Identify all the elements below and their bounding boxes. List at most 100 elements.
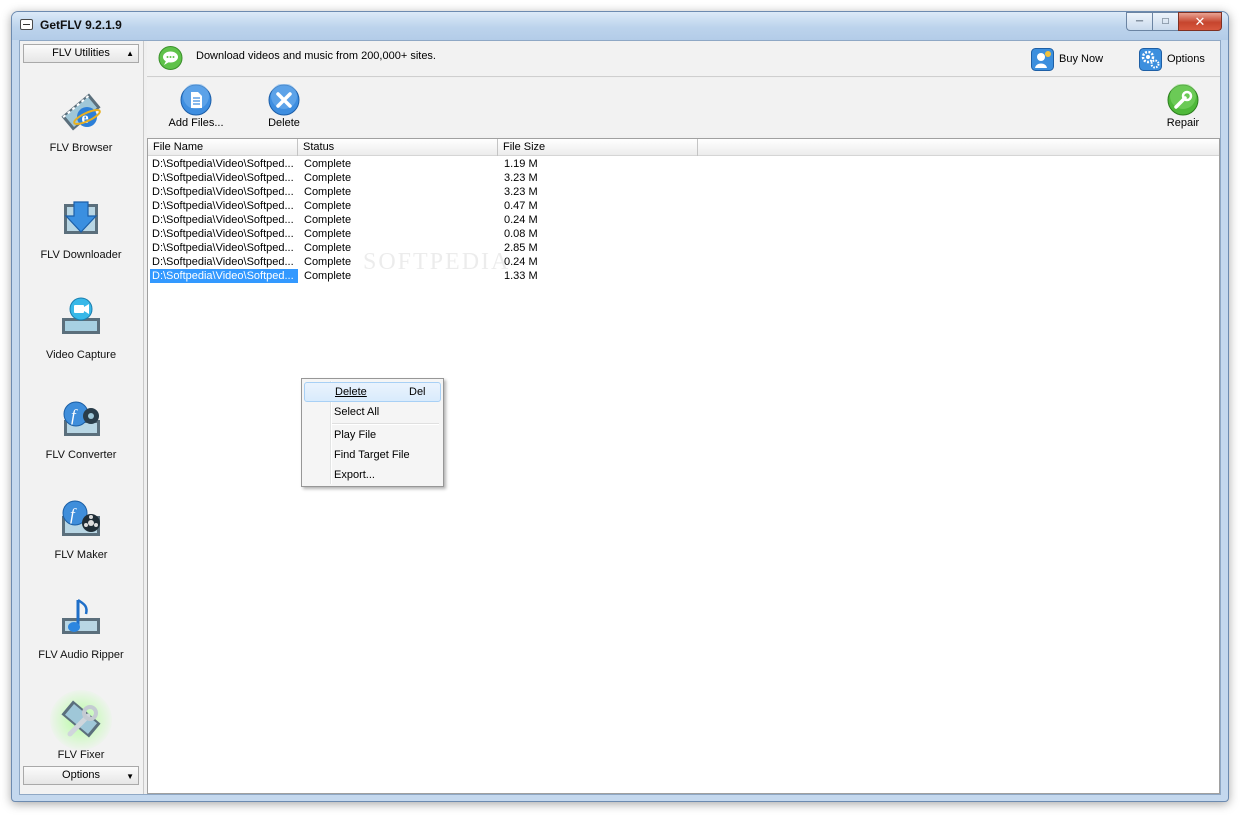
table-row-selected[interactable]: D:\Softpedia\Video\Softped... Complete 1… xyxy=(148,269,848,283)
status-cell: Complete xyxy=(304,186,352,198)
sidebar-item-flv-fixer[interactable]: FLV Fixer xyxy=(24,690,138,776)
sidebar-item-label: FLV Downloader xyxy=(40,249,122,261)
status-cell: Complete xyxy=(304,256,352,268)
table-row[interactable]: D:\Softpedia\Video\Softped... Complete 3… xyxy=(148,185,848,199)
status-cell: Complete xyxy=(304,214,352,226)
add-file-icon xyxy=(180,84,212,116)
status-cell: Complete xyxy=(304,242,352,254)
action-toolbar: Add Files... Delete Repair xyxy=(147,78,1220,136)
delete-icon xyxy=(268,84,300,116)
table-row[interactable]: D:\Softpedia\Video\Softped... Complete 0… xyxy=(148,213,848,227)
column-header-status[interactable]: Status xyxy=(298,139,498,156)
flv-maker-icon: f xyxy=(62,500,100,536)
top-bar: Download videos and music from 200,000+ … xyxy=(147,41,1220,77)
add-files-button[interactable]: Add Files... xyxy=(161,84,231,130)
options-button[interactable]: Options xyxy=(1139,47,1205,71)
sidebar-options-button[interactable]: Options ▼ xyxy=(23,766,139,785)
file-size-cell: 0.24 M xyxy=(504,256,538,268)
delete-label: Delete xyxy=(268,117,300,129)
flv-converter-icon: f xyxy=(63,401,100,436)
buy-now-button[interactable]: Buy Now xyxy=(1031,47,1103,71)
context-menu-delete[interactable]: Delete Del xyxy=(304,382,441,402)
wrench-icon xyxy=(1167,84,1199,116)
sidebar-item-flv-browser[interactable]: e FLV Browser xyxy=(24,89,138,169)
menu-item-label: Export... xyxy=(334,469,375,481)
context-menu-select-all[interactable]: Select All xyxy=(304,402,441,422)
gear-icon xyxy=(1139,47,1162,71)
delete-button[interactable]: Delete xyxy=(249,84,319,130)
collapse-up-icon: ▲ xyxy=(126,49,134,58)
context-menu-play-file[interactable]: Play File xyxy=(304,425,441,445)
flv-audio-ripper-icon xyxy=(62,598,100,634)
file-list[interactable]: File Name Status File Size SOFTPEDIA D:\… xyxy=(147,138,1220,794)
repair-button[interactable]: Repair xyxy=(1148,84,1218,130)
main-panel: Download videos and music from 200,000+ … xyxy=(147,41,1220,794)
table-row[interactable]: D:\Softpedia\Video\Softped... Complete 0… xyxy=(148,199,848,213)
sidebar-item-flv-converter[interactable]: f FLV Converter xyxy=(24,396,138,476)
column-header-file-size[interactable]: File Size xyxy=(498,139,698,156)
flv-fixer-icon xyxy=(61,700,101,738)
system-menu-icon[interactable] xyxy=(20,19,33,30)
chat-bubble-icon xyxy=(158,46,183,70)
maximize-button[interactable]: □ xyxy=(1152,12,1178,31)
menu-item-label: Find Target File xyxy=(334,449,410,461)
sidebar-item-label: FLV Converter xyxy=(45,449,117,461)
flv-utilities-header[interactable]: FLV Utilities ▲ xyxy=(23,44,139,63)
table-row[interactable]: D:\Softpedia\Video\Softped... Complete 2… xyxy=(148,241,848,255)
add-files-label: Add Files... xyxy=(168,117,224,129)
file-size-cell: 0.47 M xyxy=(504,200,538,212)
window-title: GetFLV 9.2.1.9 xyxy=(40,18,122,32)
sidebar-item-flv-audio-ripper[interactable]: FLV Audio Ripper xyxy=(24,596,138,676)
menu-item-label: Select All xyxy=(334,406,380,418)
video-capture-icon xyxy=(62,297,100,334)
sidebar-item-video-capture[interactable]: Video Capture xyxy=(24,296,138,376)
file-name-cell: D:\Softpedia\Video\Softped... xyxy=(152,242,294,254)
file-name-cell: D:\Softpedia\Video\Softped... xyxy=(150,269,298,283)
status-cell: Complete xyxy=(304,228,352,240)
utilities-sidebar: FLV Utilities ▲ e FLV Browser FLV Downlo… xyxy=(20,41,144,794)
file-size-cell: 2.85 M xyxy=(504,242,538,254)
dropdown-arrow-icon: ▼ xyxy=(126,772,134,781)
menu-item-label: Play File xyxy=(334,429,377,441)
buy-now-label: Buy Now xyxy=(1059,53,1104,65)
file-name-cell: D:\Softpedia\Video\Softped... xyxy=(152,172,294,184)
minimize-button[interactable]: ─ xyxy=(1126,12,1152,31)
table-row[interactable]: D:\Softpedia\Video\Softped... Complete 0… xyxy=(148,255,848,269)
buy-now-icon xyxy=(1031,47,1054,71)
table-row[interactable]: D:\Softpedia\Video\Softped... Complete 1… xyxy=(148,157,848,171)
close-button[interactable]: ✕ xyxy=(1178,12,1222,31)
file-size-cell: 3.23 M xyxy=(504,186,538,198)
file-name-cell: D:\Softpedia\Video\Softped... xyxy=(152,186,294,198)
status-cell: Complete xyxy=(304,200,352,212)
tagline-text: Download videos and music from 200,000+ … xyxy=(196,50,436,62)
table-row[interactable]: D:\Softpedia\Video\Softped... Complete 3… xyxy=(148,171,848,185)
flv-downloader-icon xyxy=(64,201,98,234)
sidebar-item-flv-downloader[interactable]: FLV Downloader xyxy=(24,196,138,276)
title-bar[interactable]: GetFLV 9.2.1.9 ─ □ ✕ xyxy=(12,12,1228,40)
client-area: FLV Utilities ▲ e FLV Browser FLV Downlo… xyxy=(19,40,1221,795)
table-row[interactable]: D:\Softpedia\Video\Softped... Complete 0… xyxy=(148,227,848,241)
sidebar-header-label: FLV Utilities xyxy=(52,47,110,59)
file-size-cell: 0.24 M xyxy=(504,214,538,226)
file-size-cell: 0.08 M xyxy=(504,228,538,240)
status-cell: Complete xyxy=(304,158,352,170)
context-menu-find-target-file[interactable]: Find Target File xyxy=(304,445,441,465)
sidebar-item-label: Video Capture xyxy=(45,349,117,361)
shortcut-label: Del xyxy=(409,386,426,398)
sidebar-item-flv-maker[interactable]: f FLV Maker xyxy=(24,496,138,576)
file-size-cell: 1.19 M xyxy=(504,158,538,170)
context-menu-export[interactable]: Export... xyxy=(304,465,441,485)
sidebar-item-label: FLV Browser xyxy=(49,142,113,154)
repair-label: Repair xyxy=(1166,117,1200,129)
flv-browser-icon: e xyxy=(61,93,101,131)
caption-buttons: ─ □ ✕ xyxy=(1126,12,1222,31)
app-window: GetFLV 9.2.1.9 ─ □ ✕ FLV Utilities ▲ e F… xyxy=(11,11,1229,802)
column-header-file-name[interactable]: File Name xyxy=(148,139,298,156)
file-name-cell: D:\Softpedia\Video\Softped... xyxy=(152,228,294,240)
sidebar-item-label: FLV Audio Ripper xyxy=(38,649,124,661)
status-cell: Complete xyxy=(304,172,352,184)
menu-item-label: Delete xyxy=(335,386,367,398)
file-name-cell: D:\Softpedia\Video\Softped... xyxy=(152,200,294,212)
file-name-cell: D:\Softpedia\Video\Softped... xyxy=(152,158,294,170)
file-size-cell: 1.33 M xyxy=(504,270,538,282)
